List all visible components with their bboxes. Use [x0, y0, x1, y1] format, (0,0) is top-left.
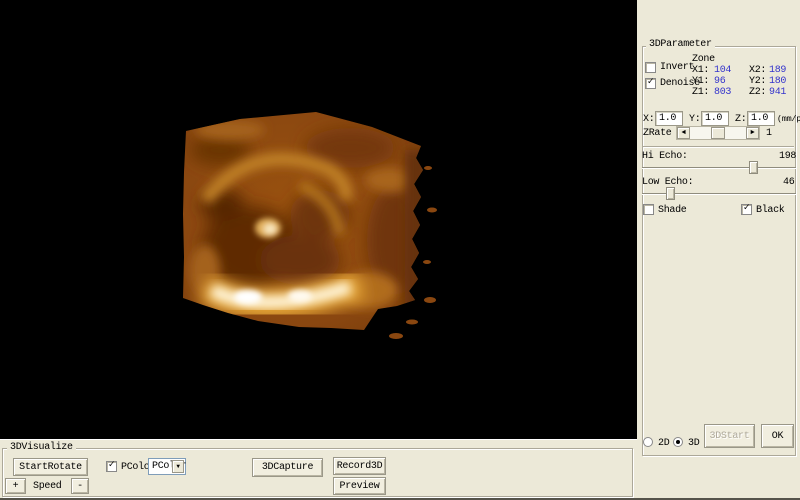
check-icon: ✓ [648, 78, 654, 88]
radio-dot [676, 440, 680, 444]
record3d-button[interactable]: Record3D [333, 457, 386, 475]
zrate-scroll-thumb[interactable] [711, 127, 725, 139]
scale-x-input[interactable]: 1.0 [655, 111, 683, 126]
radio-2d-label: 2D [658, 438, 669, 449]
shade-checkbox[interactable] [643, 204, 654, 215]
pcolor-combobox[interactable]: PColor ▼ [148, 458, 186, 475]
low-echo-slider-thumb[interactable] [666, 187, 675, 200]
zone-x1-label: X1: [692, 65, 709, 76]
scale-z-input[interactable]: 1.0 [747, 111, 775, 126]
hi-echo-label: Hi Echo: [642, 151, 688, 162]
zone-y1-value: 96 [714, 76, 725, 87]
hi-echo-value: 198 [779, 151, 796, 162]
speed-plus-button[interactable]: + [5, 478, 26, 494]
scale-y-label: Y: [689, 114, 700, 125]
render-viewport[interactable] [0, 0, 637, 439]
zone-y2-label: Y2: [749, 76, 766, 87]
ok-button[interactable]: OK [761, 424, 794, 448]
hi-echo-slider-track[interactable] [642, 167, 796, 169]
parameter-panel: 3DParameter Invert ✓ Denoise Zone X1: 10… [637, 0, 800, 500]
zrate-label: ZRate [643, 128, 672, 139]
zone-x1-value: 104 [714, 65, 731, 76]
visualize-bar: 3DVisualize StartRotate + Speed - ✓ PCol… [0, 439, 637, 500]
black-checkbox[interactable]: ✓ [741, 204, 752, 215]
speed-minus-button[interactable]: - [71, 478, 89, 494]
visualize-group-title: 3DVisualize [7, 442, 76, 453]
start-rotate-button[interactable]: StartRotate [13, 458, 88, 476]
zone-y1-label: Y1: [692, 76, 709, 87]
preview-button[interactable]: Preview [333, 477, 386, 495]
3dcapture-button[interactable]: 3DCapture [252, 458, 323, 477]
zone-y2-value: 180 [769, 76, 786, 87]
invert-checkbox[interactable] [645, 62, 656, 73]
denoise-checkbox[interactable]: ✓ [645, 78, 656, 89]
speed-label: Speed [33, 481, 62, 492]
zrate-scrollbar[interactable]: ◄ ► [676, 126, 760, 140]
pcolor-checkbox[interactable]: ✓ [106, 461, 117, 472]
zone-z1-value: 803 [714, 87, 731, 98]
parameter-group-title: 3DParameter [646, 39, 715, 50]
scale-y-input[interactable]: 1.0 [701, 111, 729, 126]
ultrasound-render [0, 0, 637, 439]
zrate-scroll-left-icon[interactable]: ◄ [677, 127, 690, 139]
dropdown-arrow-icon[interactable]: ▼ [172, 460, 184, 473]
invert-label: Invert [660, 62, 694, 73]
zone-z2-label: Z2: [749, 87, 766, 98]
zrate-scroll-right-icon[interactable]: ► [746, 127, 759, 139]
radio-2d[interactable] [643, 437, 653, 447]
black-label: Black [756, 205, 785, 216]
check-icon: ✓ [744, 204, 750, 214]
zone-title: Zone [692, 54, 715, 65]
zone-x2-label: X2: [749, 65, 766, 76]
scale-z-label: Z: [735, 114, 746, 125]
radio-3d[interactable] [673, 437, 683, 447]
zone-z1-label: Z1: [692, 87, 709, 98]
zrate-value: 1 [766, 128, 772, 139]
hi-echo-slider-thumb[interactable] [749, 161, 758, 174]
radio-3d-label: 3D [688, 438, 699, 449]
check-icon: ✓ [109, 461, 115, 471]
app-window: 3DParameter Invert ✓ Denoise Zone X1: 10… [0, 0, 800, 500]
shade-label: Shade [658, 205, 687, 216]
scale-unit-label: (mm/p) [777, 114, 800, 125]
section-divider [643, 146, 794, 148]
low-echo-value: 46 [783, 177, 794, 188]
zone-z2-value: 941 [769, 87, 786, 98]
scale-x-label: X: [643, 114, 654, 125]
3dstart-button[interactable]: 3DStart [704, 424, 755, 448]
zone-x2-value: 189 [769, 65, 786, 76]
